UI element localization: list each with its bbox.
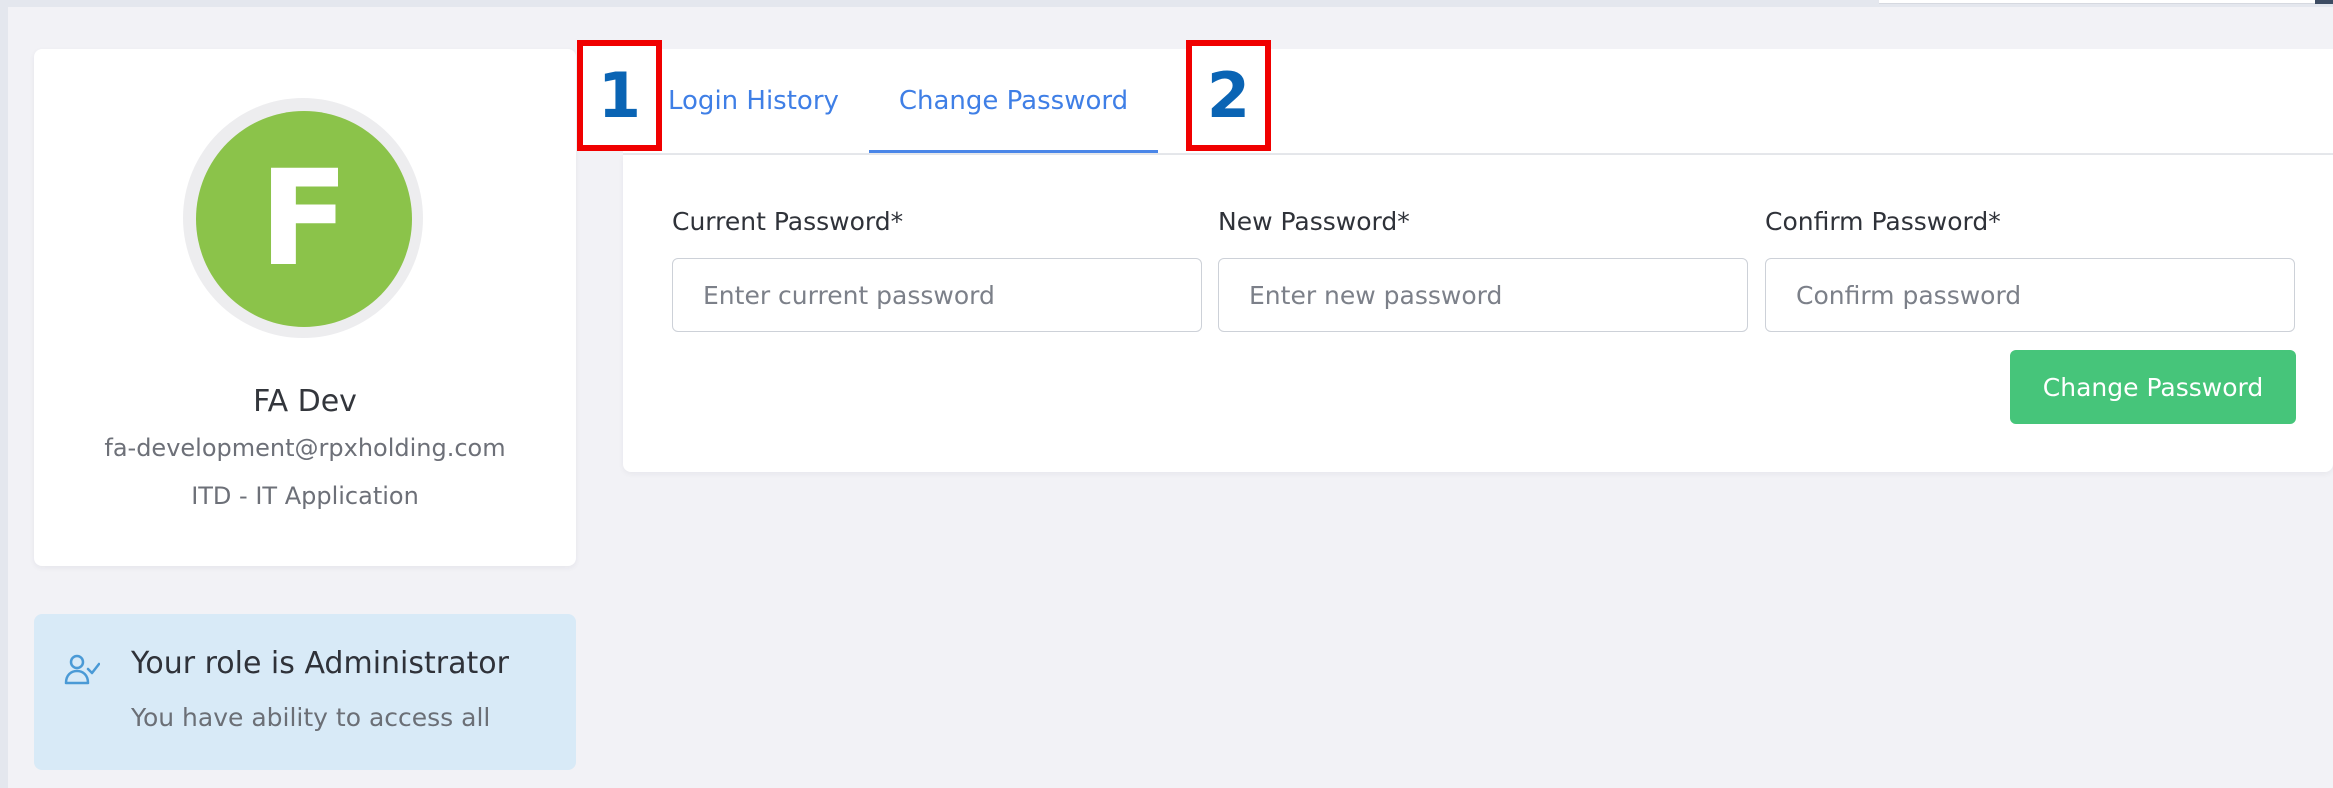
role-subtitle: You have ability to access all	[131, 703, 491, 732]
user-check-icon	[64, 654, 100, 685]
change-password-button[interactable]: Change Password	[2010, 350, 2296, 424]
profile-email: fa-development@rpxholding.com	[104, 434, 506, 462]
role-title: Your role is Administrator	[131, 646, 509, 681]
left-edge	[0, 7, 8, 788]
tab-change-password[interactable]: Change Password	[869, 49, 1158, 153]
confirm-password-label: Confirm Password*	[1765, 207, 2001, 236]
active-tab-indicator	[869, 150, 1158, 153]
current-password-label: Current Password*	[672, 207, 904, 236]
tab-login-history[interactable]: Login History	[668, 49, 868, 153]
top-bar-handle	[1879, 0, 2333, 4]
top-bar	[0, 0, 2333, 7]
new-password-label: New Password*	[1218, 207, 1410, 236]
top-bar-corner	[2315, 0, 2333, 4]
avatar: F	[196, 111, 412, 327]
new-password-input[interactable]	[1218, 258, 1748, 332]
confirm-password-input[interactable]	[1765, 258, 2295, 332]
profile-department: ITD - IT Application	[191, 482, 419, 510]
profile-name: FA Dev	[253, 384, 357, 419]
current-password-input[interactable]	[672, 258, 1202, 332]
annotation-marker-1: 1	[577, 40, 662, 151]
annotation-marker-2: 2	[1186, 40, 1271, 151]
role-card	[34, 614, 576, 770]
